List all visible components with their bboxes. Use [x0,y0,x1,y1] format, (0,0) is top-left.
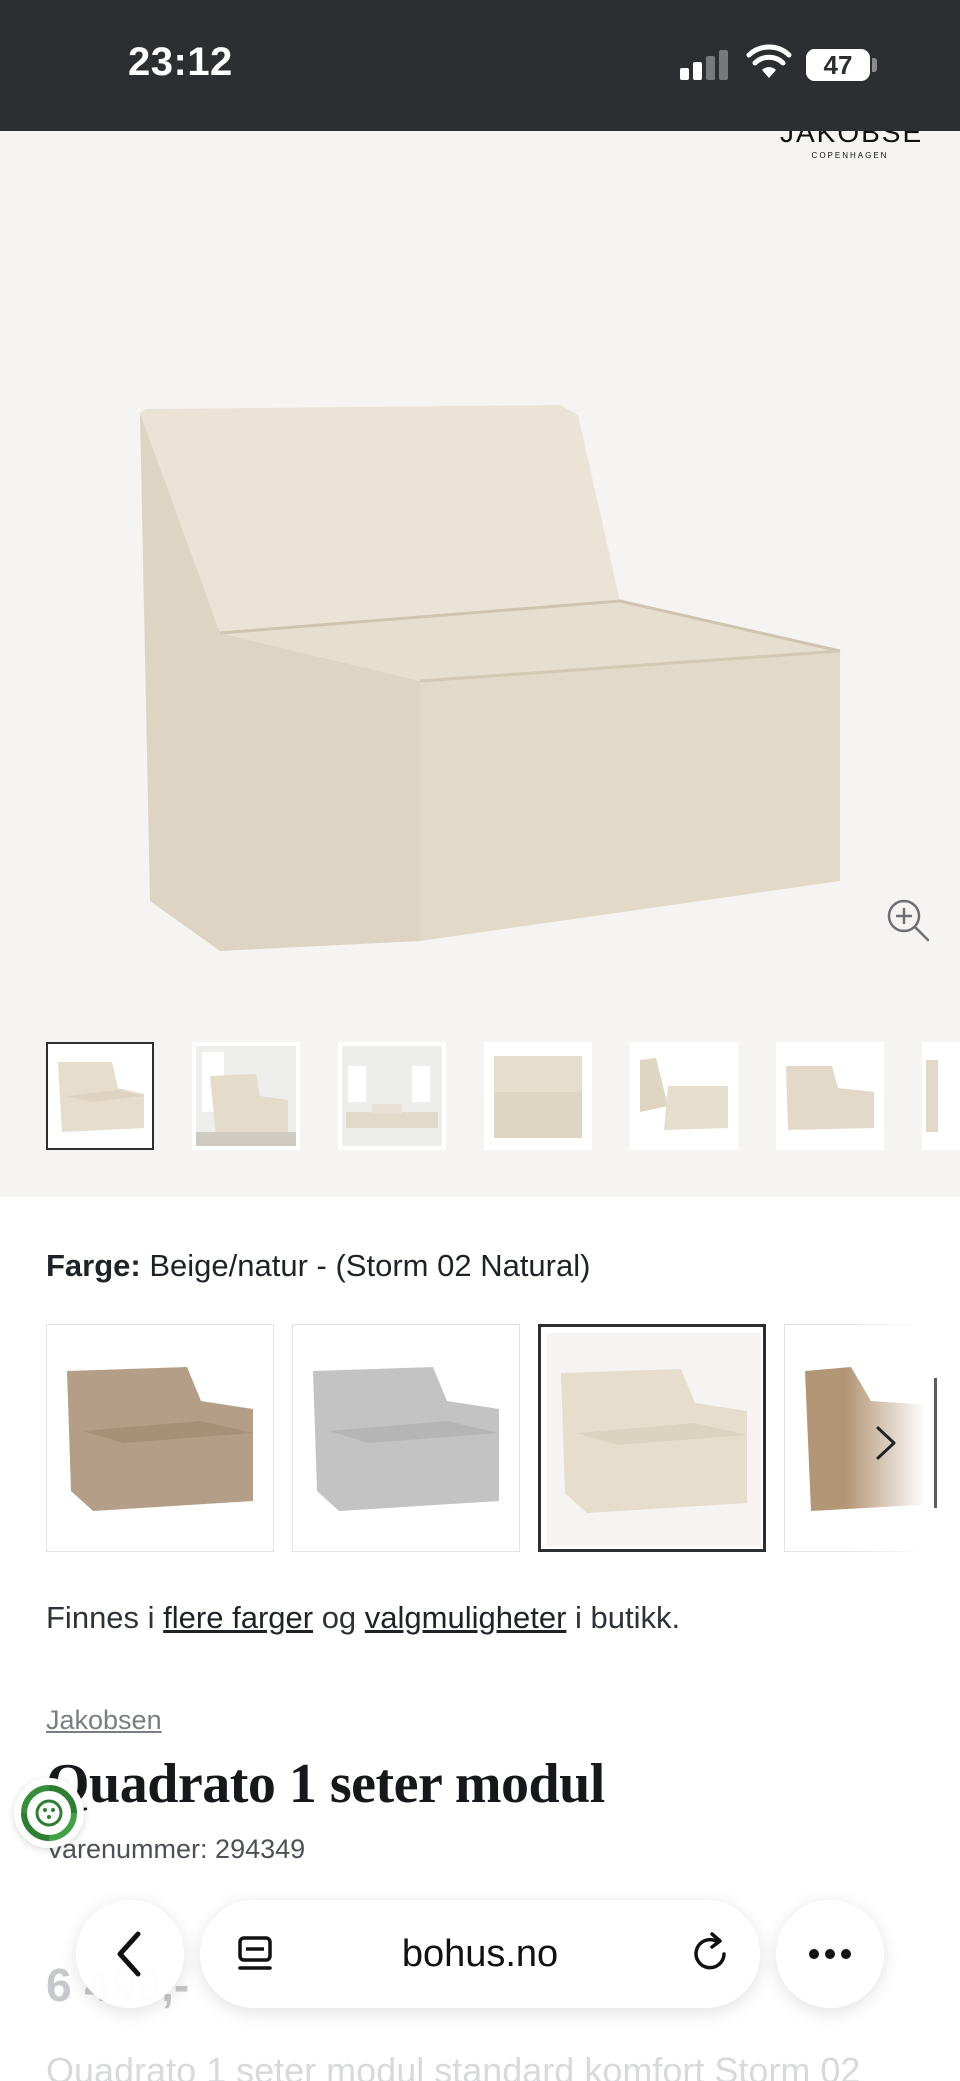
cellular-signal-icon [680,50,730,80]
eco-badge-icon[interactable] [14,1778,84,1848]
color-value: Beige/natur - (Storm 02 Natural) [149,1248,591,1283]
chevron-left-icon [117,1931,141,1977]
wifi-icon [746,44,792,78]
address-bar[interactable]: bohus.no [200,1900,760,2008]
zoom-in-icon[interactable] [884,896,932,944]
chevron-right-icon[interactable] [866,1420,906,1466]
more-colors-link[interactable]: flere farger [163,1600,313,1635]
thumbnail-strip [46,1042,960,1154]
color-selection-label: Farge: Beige/natur - (Storm 02 Natural) [46,1248,590,1284]
reload-icon[interactable] [688,1930,734,1976]
thumbnail-3[interactable] [338,1042,446,1150]
options-link[interactable]: valgmuligheter [365,1600,567,1635]
battery-level: 47 [823,50,853,80]
status-bar: 23:12 47 [0,0,960,131]
brand-logo: JAKOBSEN COPENHAGEN [780,131,920,160]
swatch-grey[interactable] [292,1324,520,1552]
product-sku: Varenummer: 294349 [46,1834,306,1864]
brand-link[interactable]: Jakobsen [46,1705,162,1736]
url-text: bohus.no [401,1933,559,1975]
battery-cap [872,58,877,72]
product-title: Quadrato 1 seter modul [46,1753,605,1815]
thumbnail-6[interactable] [776,1042,884,1150]
back-button[interactable] [76,1900,184,2008]
thumbnail-2[interactable] [192,1042,300,1150]
swatch-beige[interactable] [538,1324,766,1552]
product-main-image[interactable] [120,261,860,961]
color-swatches [46,1324,960,1554]
product-description: Quadrato 1 seter modul standard komfort … [46,2050,861,2081]
thumbnail-4[interactable] [484,1042,592,1150]
color-label: Farge: [46,1248,141,1283]
availability-text: Finnes i flere farger og valgmuligheter … [46,1600,681,1635]
battery-icon: 47 [806,49,870,81]
thumbnail-5[interactable] [630,1042,738,1150]
product-gallery: JAKOBSEN COPENHAGEN [0,131,960,1197]
more-icon [809,1949,851,1959]
thumbnail-7[interactable] [922,1042,960,1150]
status-time: 23:12 [128,40,233,84]
more-button[interactable] [776,1900,884,2008]
swatch-brown[interactable] [46,1324,274,1552]
thumbnail-1[interactable] [46,1042,154,1150]
browser-toolbar: bohus.no [0,1880,960,2030]
swatch-scroll-indicator [934,1378,937,1508]
